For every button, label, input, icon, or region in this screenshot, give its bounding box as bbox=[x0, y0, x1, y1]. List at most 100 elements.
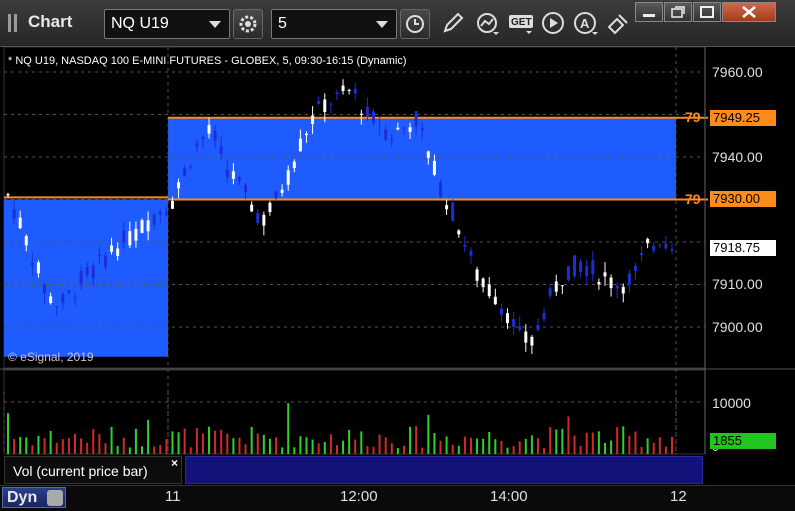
restore-button[interactable] bbox=[664, 2, 692, 22]
volume-bar bbox=[275, 437, 278, 454]
interval-combo[interactable]: 5 bbox=[271, 9, 397, 39]
candle-body bbox=[213, 130, 217, 141]
volume-bar bbox=[208, 426, 211, 454]
candle-body bbox=[518, 326, 522, 330]
study-button[interactable] bbox=[474, 9, 500, 37]
level-tag-lower: 79 bbox=[685, 191, 701, 207]
volume-bar bbox=[622, 426, 625, 454]
candle-body bbox=[439, 182, 443, 197]
close-button[interactable] bbox=[722, 2, 776, 22]
candle-body bbox=[189, 166, 193, 168]
candle-body bbox=[402, 127, 406, 129]
candle-body bbox=[134, 228, 138, 241]
candle-body bbox=[414, 111, 418, 127]
candle-body bbox=[664, 243, 668, 249]
candle-body bbox=[445, 205, 449, 210]
candle-body bbox=[426, 151, 430, 158]
candle-body bbox=[85, 267, 89, 276]
volume-bar bbox=[165, 439, 168, 454]
play-button[interactable] bbox=[540, 9, 566, 37]
volume-bar bbox=[591, 432, 594, 454]
candle-body bbox=[18, 217, 22, 229]
alert-button[interactable]: A bbox=[572, 9, 598, 37]
chevron-down-icon[interactable] bbox=[209, 21, 221, 28]
maximize-button[interactable] bbox=[693, 2, 721, 22]
volume-bar bbox=[262, 434, 265, 454]
volume-bar bbox=[287, 403, 290, 454]
volume-bar bbox=[579, 445, 582, 454]
time-axis-label: 11 bbox=[165, 488, 181, 505]
candle-body bbox=[55, 306, 59, 308]
minimize-icon bbox=[643, 14, 655, 17]
candle-body bbox=[506, 313, 510, 324]
candle-body bbox=[97, 254, 101, 256]
clock-button[interactable] bbox=[400, 9, 430, 39]
candle-body bbox=[30, 262, 34, 266]
volume-bar bbox=[463, 436, 466, 454]
candle-body bbox=[36, 262, 40, 274]
candle-body bbox=[469, 250, 473, 256]
price-chart[interactable] bbox=[0, 47, 795, 485]
volume-bar bbox=[159, 444, 162, 454]
volume-study-label[interactable]: Vol (current price bar) bbox=[4, 456, 182, 484]
candle-body bbox=[298, 138, 302, 152]
candle-body bbox=[256, 212, 260, 224]
volume-bar bbox=[220, 429, 223, 454]
volume-bar bbox=[555, 429, 558, 454]
candle-body bbox=[341, 85, 345, 92]
candle-body bbox=[280, 189, 284, 193]
tools-button[interactable] bbox=[604, 9, 630, 37]
level-tag-upper: 79 bbox=[685, 109, 701, 125]
candle-body bbox=[609, 277, 613, 289]
minimize-button[interactable] bbox=[635, 2, 663, 22]
symbol-combo[interactable]: NQ U19 bbox=[104, 9, 230, 39]
candle-body bbox=[323, 99, 327, 112]
candle-body bbox=[292, 161, 296, 169]
volume-bar bbox=[232, 438, 235, 454]
candle-body bbox=[457, 230, 461, 235]
candle-body bbox=[579, 261, 583, 273]
lock-icon[interactable] bbox=[47, 490, 63, 506]
candle-body bbox=[652, 245, 656, 251]
level-price-upper: 7949.25 bbox=[710, 110, 776, 126]
volume-bar bbox=[305, 437, 308, 454]
volume-bar bbox=[476, 438, 479, 454]
volume-bar bbox=[147, 419, 150, 454]
volume-bar bbox=[372, 446, 375, 454]
drag-handle-icon[interactable] bbox=[8, 14, 20, 32]
get-icon: GET bbox=[509, 15, 533, 34]
volume-bar bbox=[457, 445, 460, 454]
volume-bar bbox=[110, 426, 113, 454]
chart-info-line: * NQ U19, NASDAQ 100 E-MINI FUTURES - GL… bbox=[8, 55, 407, 67]
volume-bar bbox=[658, 437, 661, 454]
close-study-icon[interactable]: × bbox=[171, 456, 178, 470]
candle-body bbox=[164, 211, 168, 216]
volume-bar bbox=[360, 431, 363, 454]
candle-body bbox=[384, 129, 388, 140]
volume-bar bbox=[500, 440, 503, 454]
chevron-down-icon[interactable] bbox=[376, 21, 388, 28]
volume-bar bbox=[342, 440, 345, 454]
candle-body bbox=[627, 273, 631, 286]
volume-bar bbox=[597, 431, 600, 454]
draw-pencil-button[interactable] bbox=[440, 9, 466, 37]
candle-body bbox=[530, 336, 534, 346]
volume-bar bbox=[335, 445, 338, 454]
last-price-label: 7918.75 bbox=[710, 240, 776, 256]
volume-bar bbox=[281, 447, 284, 454]
candle-body bbox=[451, 202, 455, 221]
volume-bar bbox=[19, 437, 22, 454]
get-data-button[interactable]: GET bbox=[507, 9, 533, 37]
dynamic-mode-button[interactable]: Dyn bbox=[2, 487, 66, 508]
candle-body bbox=[122, 231, 126, 243]
volume-bar bbox=[244, 444, 247, 454]
settings-gear-button[interactable] bbox=[233, 9, 263, 39]
candle-body bbox=[177, 182, 181, 189]
volume-bar bbox=[55, 442, 58, 454]
volume-bar bbox=[323, 441, 326, 454]
price-axis-label: 7960.00 bbox=[712, 64, 763, 80]
candle-body bbox=[536, 324, 540, 331]
volume-bar bbox=[7, 413, 9, 454]
volume-study-strip bbox=[185, 456, 703, 484]
candle-body bbox=[347, 89, 351, 91]
